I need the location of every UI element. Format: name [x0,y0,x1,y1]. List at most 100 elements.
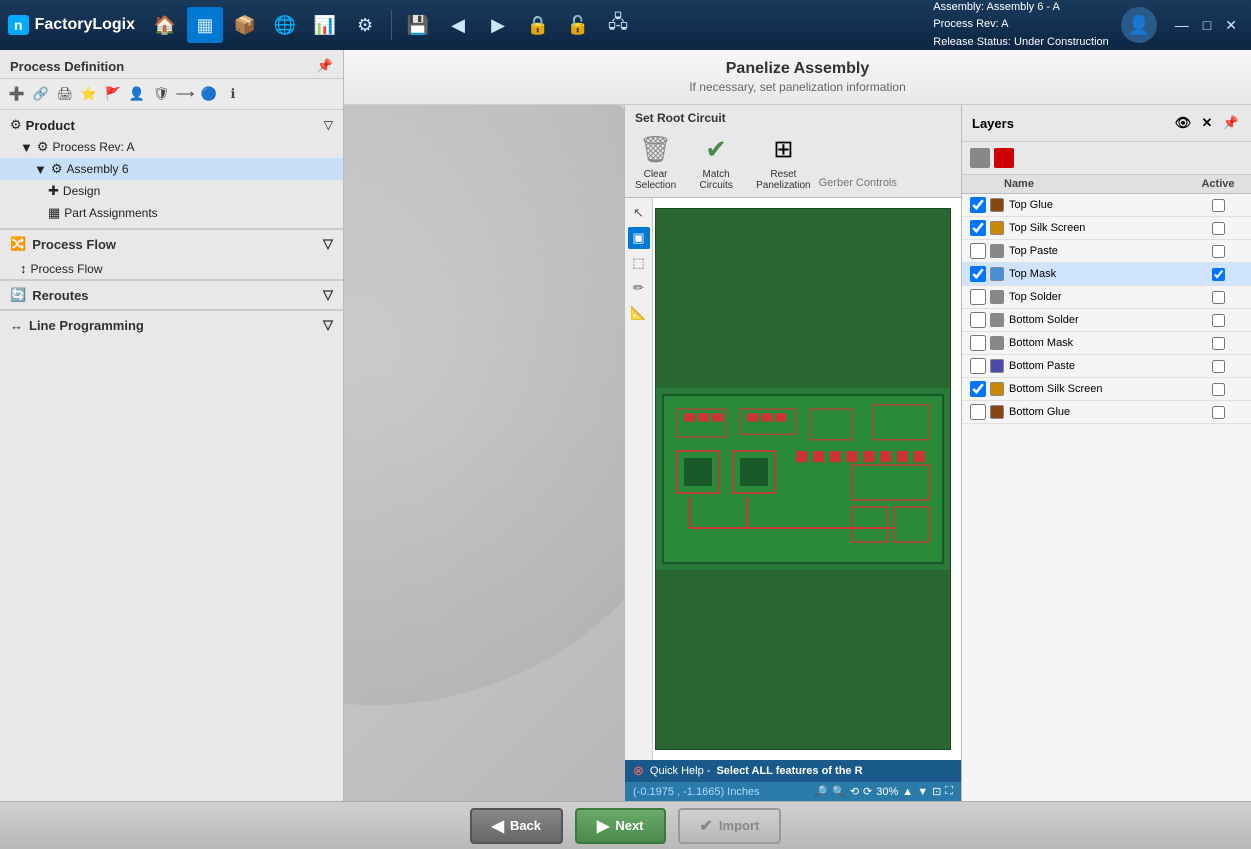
gerber-tool-pen[interactable]: ✏ [628,277,650,299]
reroutes-expand-icon[interactable]: ▽ [323,287,333,303]
window-controls: — □ ✕ [1169,15,1243,36]
nav-grid[interactable]: ▦ [187,7,223,43]
gerber-tool-icon-1[interactable]: 🔎 [814,785,828,798]
nav-gear[interactable]: ⚙ [347,7,383,43]
sidebar-add-btn[interactable]: ➕ [6,83,28,105]
sidebar-section-process-flow[interactable]: 🔀 Process Flow ▽ [0,228,343,258]
layer-check-bottom-silk-screen[interactable] [970,381,986,397]
layers-icon-cross[interactable]: ✕ [1197,113,1217,133]
layer-active-top-silk-screen[interactable] [1212,222,1225,235]
gerber-control-match[interactable]: ✔ MatchCircuits [696,131,736,191]
sidebar-shield-btn[interactable]: 🛡 [150,83,172,105]
gerber-zoom-up[interactable]: ▲ [902,786,913,798]
layer-color-swatch-1[interactable] [970,148,990,168]
layer-active-top-paste[interactable] [1212,245,1225,258]
layers-pin-icon[interactable]: 📌 [1221,113,1241,133]
sidebar-person-btn[interactable]: 👤 [126,83,148,105]
gerber-expand-icon[interactable]: ⛶ [945,785,953,798]
layer-active-bottom-glue[interactable] [1212,406,1225,419]
tree-process-rev[interactable]: ▼ ⚙ Process Rev: A [0,136,343,158]
sidebar-link-btn[interactable]: 🔗 [30,83,52,105]
layer-row-top-silk-screen[interactable]: Top Silk Screen [962,217,1251,240]
layer-color-swatch-2[interactable] [994,148,1014,168]
layer-row-top-solder[interactable]: Top Solder [962,286,1251,309]
layer-active-bottom-silk-screen[interactable] [1212,383,1225,396]
pin-icon[interactable]: 📌 [317,58,333,74]
maximize-button[interactable]: □ [1197,15,1217,36]
tree-part-assignments[interactable]: ▦ Part Assignments [0,202,343,224]
nav-box[interactable]: 📦 [227,7,263,43]
layer-row-top-mask[interactable]: Top Mask [962,263,1251,286]
layer-active-bottom-paste[interactable] [1212,360,1225,373]
gerber-control-clear[interactable]: 🗑 ClearSelection [635,131,676,191]
gerber-tool-icon-2[interactable]: 🔍 [832,785,846,798]
nav-lock1[interactable]: 🔒 [520,7,556,43]
layer-active-bottom-mask[interactable] [1212,337,1225,350]
user-avatar[interactable]: 👤 [1121,7,1157,43]
layer-active-top-glue[interactable] [1212,199,1225,212]
gerber-circuit-view[interactable] [655,208,951,750]
layer-row-bottom-paste[interactable]: Bottom Paste [962,355,1251,378]
sidebar-section-line-programming[interactable]: ↔ Line Programming ▽ [0,309,343,339]
gerber-tool-icon-4[interactable]: ⟳ [863,785,872,798]
sidebar-circle-btn[interactable]: 🔵 [198,83,220,105]
sidebar-star-btn[interactable]: ⭐ [78,83,100,105]
layer-row-bottom-solder[interactable]: Bottom Solder [962,309,1251,332]
layer-row-bottom-silk-screen[interactable]: Bottom Silk Screen [962,378,1251,401]
layer-check-bottom-paste[interactable] [970,358,986,374]
nav-lock2[interactable]: 🔓 [560,7,596,43]
sidebar-info-btn[interactable]: ℹ [222,83,244,105]
close-button[interactable]: ✕ [1219,15,1243,36]
layer-check-bottom-solder[interactable] [970,312,986,328]
gerber-control-reset[interactable]: ⊞ ResetPanelization [756,131,810,191]
layers-icon-eye[interactable]: 👁 [1173,113,1193,133]
gerber-tool-pencil[interactable]: 📐 [628,302,650,324]
match-circuits-label: MatchCircuits [699,169,732,191]
sidebar-print-btn[interactable]: 🖨 [54,83,76,105]
layer-check-top-silk-screen[interactable] [970,220,986,236]
layer-check-bottom-glue[interactable] [970,404,986,420]
layer-check-top-solder[interactable] [970,289,986,305]
line-programming-expand-icon[interactable]: ▽ [323,317,333,333]
gerber-tool-cursor[interactable]: ↖ [628,202,650,224]
next-button[interactable]: ▶ Next [575,808,666,844]
tree-process-flow-child[interactable]: ↕ Process Flow [0,258,343,279]
process-flow-expand-icon[interactable]: ▽ [323,236,333,252]
product-expand-icon[interactable]: ▽ [324,118,333,132]
gerber-zoom-down[interactable]: ▼ [917,786,928,798]
sidebar-flag-btn[interactable]: 🚩 [102,83,124,105]
nav-network[interactable]: 🖧 [600,7,636,43]
layer-active-bottom-solder[interactable] [1212,314,1225,327]
layer-check-top-paste[interactable] [970,243,986,259]
sidebar-arrow-btn[interactable]: ⟶ [174,83,196,105]
layer-row-top-paste[interactable]: Top Paste [962,240,1251,263]
nav-back[interactable]: ◀ [440,7,476,43]
layer-check-top-glue[interactable] [970,197,986,213]
gerber-fit-icon[interactable]: ⊡ [932,785,941,798]
minimize-button[interactable]: — [1169,15,1195,36]
nav-save[interactable]: 💾 [400,7,436,43]
nav-home[interactable]: 🏠 [147,7,183,43]
layer-check-top-mask[interactable] [970,266,986,282]
layer-check-bottom-mask[interactable] [970,335,986,351]
tree-assembly[interactable]: ▼ ⚙ Assembly 6 [0,158,343,180]
layer-active-top-solder[interactable] [1212,291,1225,304]
match-circuits-icon: ✔ [696,131,736,167]
tree-design[interactable]: ✚ Design [0,180,343,202]
gerber-tool-select[interactable]: ▣ [628,227,650,249]
nav-forward[interactable]: ▶ [480,7,516,43]
nav-globe[interactable]: 🌐 [267,7,303,43]
gerber-zoom-bar: (-0.1975 , -1.1665) Inches 🔎 🔍 ⟲ ⟳ 30% ▲… [625,782,961,801]
layer-row-bottom-mask[interactable]: Bottom Mask [962,332,1251,355]
layer-active-top-mask[interactable] [1212,268,1225,281]
layer-row-bottom-glue[interactable]: Bottom Glue [962,401,1251,424]
sidebar-section-reroutes[interactable]: 🔄 Reroutes ▽ [0,279,343,309]
layer-row-top-glue[interactable]: Top Glue [962,194,1251,217]
tree-product[interactable]: ⚙ Product ▽ [0,114,343,136]
gerber-tool-icon-3[interactable]: ⟲ [850,785,859,798]
import-button[interactable]: ✔ Import [678,808,782,844]
back-button[interactable]: ◀ Back [470,808,563,844]
gerber-tool-lasso[interactable]: ⬚ [628,252,650,274]
nav-table[interactable]: 📊 [307,7,343,43]
release-status-value: Under Construction [1014,36,1109,48]
